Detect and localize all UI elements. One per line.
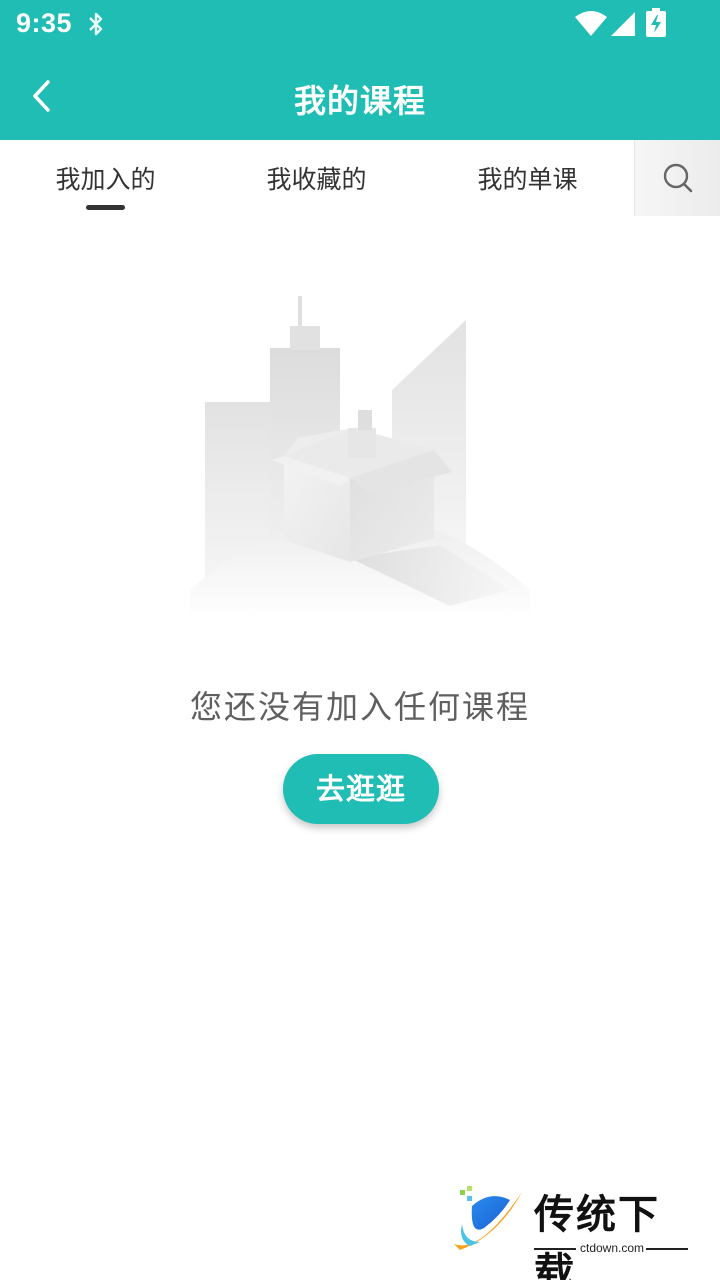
search-icon — [663, 163, 693, 193]
active-tab-indicator — [86, 205, 125, 210]
page-title: 我的课程 — [293, 82, 426, 120]
watermark: 传统下载 ctdown.com — [446, 1180, 696, 1280]
bluetooth-icon — [89, 12, 103, 36]
tab-favorites[interactable]: 我收藏的 — [211, 140, 422, 216]
status-bar: 9:35 — [0, 0, 720, 50]
tab-label: 我收藏的 — [266, 165, 367, 194]
watermark-brand: 传统下载 — [534, 1192, 660, 1280]
tab-single-courses[interactable]: 我的单课 — [422, 140, 633, 216]
tab-bar: 我加入的 我收藏的 我的单课 — [0, 140, 720, 216]
battery-charging-icon — [646, 8, 666, 37]
watermark-rule-left — [534, 1248, 576, 1250]
watermark-rule-right — [646, 1248, 688, 1250]
empty-state-message: 您还没有加入任何课程 — [189, 688, 530, 726]
tab-joined[interactable]: 我加入的 — [0, 140, 211, 216]
app-bar: 我的课程 — [0, 50, 720, 140]
cell-signal-icon — [611, 12, 635, 36]
status-time: 9:35 — [16, 8, 73, 38]
ctdown-logo-icon — [454, 1186, 522, 1250]
search-button[interactable] — [634, 140, 720, 216]
browse-button[interactable]: 去逛逛 — [283, 754, 439, 824]
wifi-icon — [575, 11, 607, 36]
tab-label: 我的单课 — [477, 165, 578, 194]
watermark-domain: ctdown.com — [580, 1241, 645, 1255]
empty-box-city-illustration — [190, 296, 530, 620]
tab-label: 我加入的 — [55, 165, 156, 194]
